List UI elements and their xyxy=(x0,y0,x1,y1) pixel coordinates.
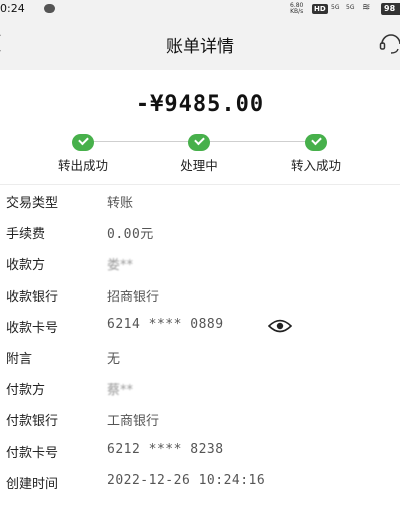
chat-notification-icon xyxy=(44,4,55,13)
check-icon xyxy=(188,134,210,151)
status-time: 0:24 xyxy=(0,2,25,15)
detail-label: 付款方 xyxy=(6,383,46,398)
detail-value: 0.00元 xyxy=(107,227,154,242)
progress-steps: 转出成功 处理中 转入成功 xyxy=(0,134,400,174)
detail-label: 收款银行 xyxy=(6,290,59,305)
check-icon xyxy=(305,134,327,151)
step-label: 转出成功 xyxy=(57,158,108,173)
battery-icon: 98 xyxy=(381,3,400,15)
detail-label: 付款卡号 xyxy=(6,446,59,461)
status-bar: 0:24 6.80 KB/s HD 5G 5G ≋ 98 xyxy=(0,0,400,20)
detail-label: 收款方 xyxy=(6,258,46,273)
page-title: 账单详情 xyxy=(166,37,234,57)
detail-row-fee: 手续费 0.00元 xyxy=(0,217,400,248)
detail-label: 收款卡号 xyxy=(6,321,59,336)
step-transfer-out: 转出成功 xyxy=(33,134,133,174)
detail-row-payer-card: 付款卡号 6212 **** 8238 xyxy=(0,436,400,467)
signal-5g-icon-2: 5G xyxy=(346,4,355,11)
detail-row-payee-bank: 收款银行 招商银行 xyxy=(0,280,400,311)
detail-row-payee-card: 收款卡号 6214 **** 0889 xyxy=(0,311,400,342)
detail-row-created-time: 创建时间 2022-12-26 10:24:16 xyxy=(0,467,400,498)
eye-icon[interactable] xyxy=(268,319,292,333)
headset-icon[interactable] xyxy=(378,30,400,56)
step-label: 转入成功 xyxy=(290,158,341,173)
detail-row-payee: 收款方 娄** xyxy=(0,248,400,279)
detail-row-payer: 付款方 蔡** xyxy=(0,373,400,404)
detail-label: 附言 xyxy=(6,352,33,367)
detail-label: 手续费 xyxy=(6,227,46,242)
hd-icon: HD xyxy=(312,4,328,14)
network-speed: 6.80 KB/s xyxy=(290,2,304,15)
detail-row-remark: 附言 无 xyxy=(0,342,400,373)
detail-row-payer-bank: 付款银行 工商银行 xyxy=(0,404,400,435)
detail-value: 6212 **** 8238 xyxy=(107,442,224,457)
detail-value: 转账 xyxy=(107,196,134,211)
detail-value: 工商银行 xyxy=(107,414,160,429)
detail-value: 2022-12-26 10:24:16 xyxy=(107,473,266,488)
app-header: 账单详情 xyxy=(0,20,400,70)
detail-value: 蔡** xyxy=(107,383,134,398)
detail-label: 付款银行 xyxy=(6,414,59,429)
detail-value: 无 xyxy=(107,352,121,367)
detail-row-type: 交易类型 转账 xyxy=(0,186,400,217)
divider xyxy=(0,184,400,185)
detail-label: 创建时间 xyxy=(6,477,59,492)
detail-value: 6214 **** 0889 xyxy=(107,317,224,332)
step-processing: 处理中 xyxy=(149,134,249,174)
transaction-amount: -¥9485.00 xyxy=(135,92,265,117)
signal-5g-icon-1: 5G xyxy=(331,4,340,11)
step-label: 处理中 xyxy=(180,158,218,173)
detail-value: 招商银行 xyxy=(107,290,160,305)
check-icon xyxy=(72,134,94,151)
step-transfer-in: 转入成功 xyxy=(266,134,366,174)
detail-label: 交易类型 xyxy=(6,196,59,211)
wifi-icon: ≋ xyxy=(362,2,371,13)
detail-value: 娄** xyxy=(107,258,134,273)
